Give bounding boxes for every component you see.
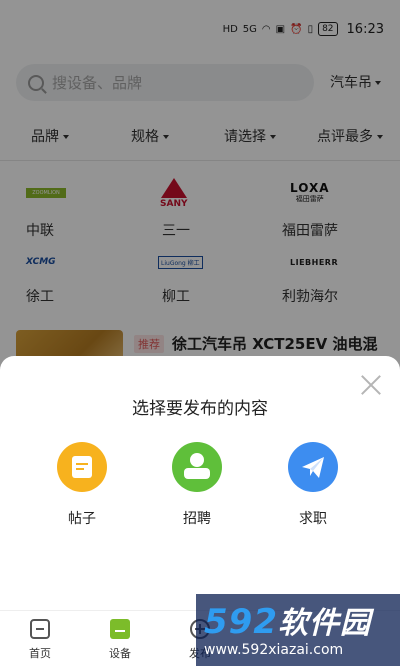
- nav-item-equipment[interactable]: 设备: [90, 619, 150, 661]
- recruit-icon: [172, 442, 222, 492]
- option-label: 求职: [299, 511, 327, 527]
- publish-option-recruit[interactable]: 招聘: [157, 442, 237, 528]
- option-label: 招聘: [183, 511, 211, 527]
- nav-label: 设备: [109, 647, 131, 660]
- equipment-icon: [110, 619, 130, 639]
- sheet-title: 选择要发布的内容: [132, 399, 268, 419]
- publish-option-post[interactable]: 帖子: [42, 442, 122, 528]
- publish-sheet: 选择要发布的内容 帖子 招聘 求职: [0, 356, 400, 572]
- watermark-url: www.592xiazai.com: [204, 642, 344, 658]
- watermark-logo: 592软件园: [204, 602, 371, 642]
- nav-label: 首页: [29, 647, 51, 660]
- home-icon: [30, 619, 50, 639]
- close-icon[interactable]: [360, 374, 382, 396]
- post-icon: [57, 442, 107, 492]
- nav-item-home[interactable]: 首页: [10, 619, 70, 661]
- publish-option-job-seek[interactable]: 求职: [273, 442, 353, 528]
- option-label: 帖子: [68, 511, 96, 527]
- site-watermark: 592软件园 www.592xiazai.com: [196, 594, 400, 666]
- paper-plane-icon: [288, 442, 338, 492]
